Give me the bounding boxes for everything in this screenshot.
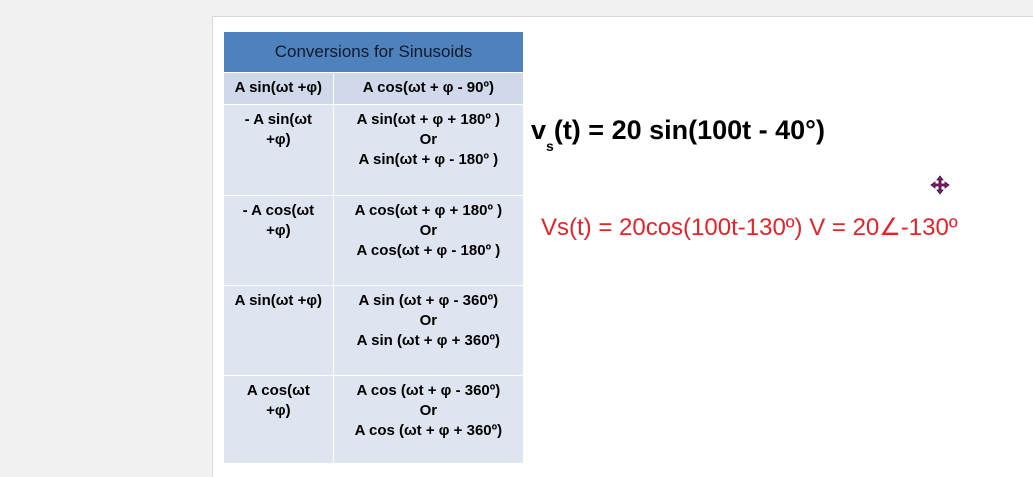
conversions-table: Conversions for Sinusoids A sin(ωt +φ) A… [223,31,525,464]
cell-line: A cos(ωt + φ - 180º ) [356,242,501,259]
cell-line: Or [419,312,438,329]
table-row: A sin(ωt +φ) A cos(ωt + φ - 90º) [223,72,525,105]
cell-line: A sin (ωt + φ - 360º) [358,292,499,309]
slide: Conversions for Sinusoids A sin(ωt +φ) A… [212,16,1033,477]
table-row: - A cos(ωt +φ) A cos(ωt + φ + 180º ) Or … [223,195,525,286]
cell-line: A sin(ωt + φ + 180º ) [356,111,501,128]
table-header: Conversions for Sinusoids [223,31,524,73]
phasor-equation: Vs(t) = 20cos(100t-130º) V = 20∠-130º [541,214,958,241]
cell-line: +φ) [266,402,291,419]
move-cursor-icon [930,175,950,195]
cell-line: Or [419,131,438,148]
table-row: - A sin(ωt +φ) A sin(ωt + φ + 180º ) Or … [223,104,525,196]
subscript: s [546,138,554,154]
cell-line: Or [419,402,438,419]
cell-line: A sin(ωt + φ - 180º ) [358,151,499,168]
cell-line: A cos(ωt + φ + 180º ) [354,202,503,219]
cell-line: A sin(ωt +φ) [234,79,323,96]
table-row: A sin(ωt +φ) A sin (ωt + φ - 360º) Or A … [223,285,525,376]
table-row: A cos(ωt +φ) A cos (ωt + φ - 360º) Or A … [223,375,525,464]
cell-line: A cos (ωt + φ + 360º) [354,422,503,439]
cell-line: A sin(ωt +φ) [234,292,323,309]
cell-line: - A cos(ωt [242,202,315,219]
cell-line: A sin (ωt + φ + 360º) [356,332,501,349]
cell-line: A cos (ωt + φ - 360º) [356,382,501,399]
cell-line: +φ) [266,222,291,239]
cell-line: A cos(ωt + φ - 90º) [362,79,494,96]
cell-line: +φ) [266,131,291,148]
cell-line: - A sin(ωt [244,111,313,128]
cell-line: A cos(ωt [246,382,310,399]
voltage-equation: vs(t) = 20 sin(100t - 40°) [531,115,825,154]
cell-line: Or [419,222,438,239]
